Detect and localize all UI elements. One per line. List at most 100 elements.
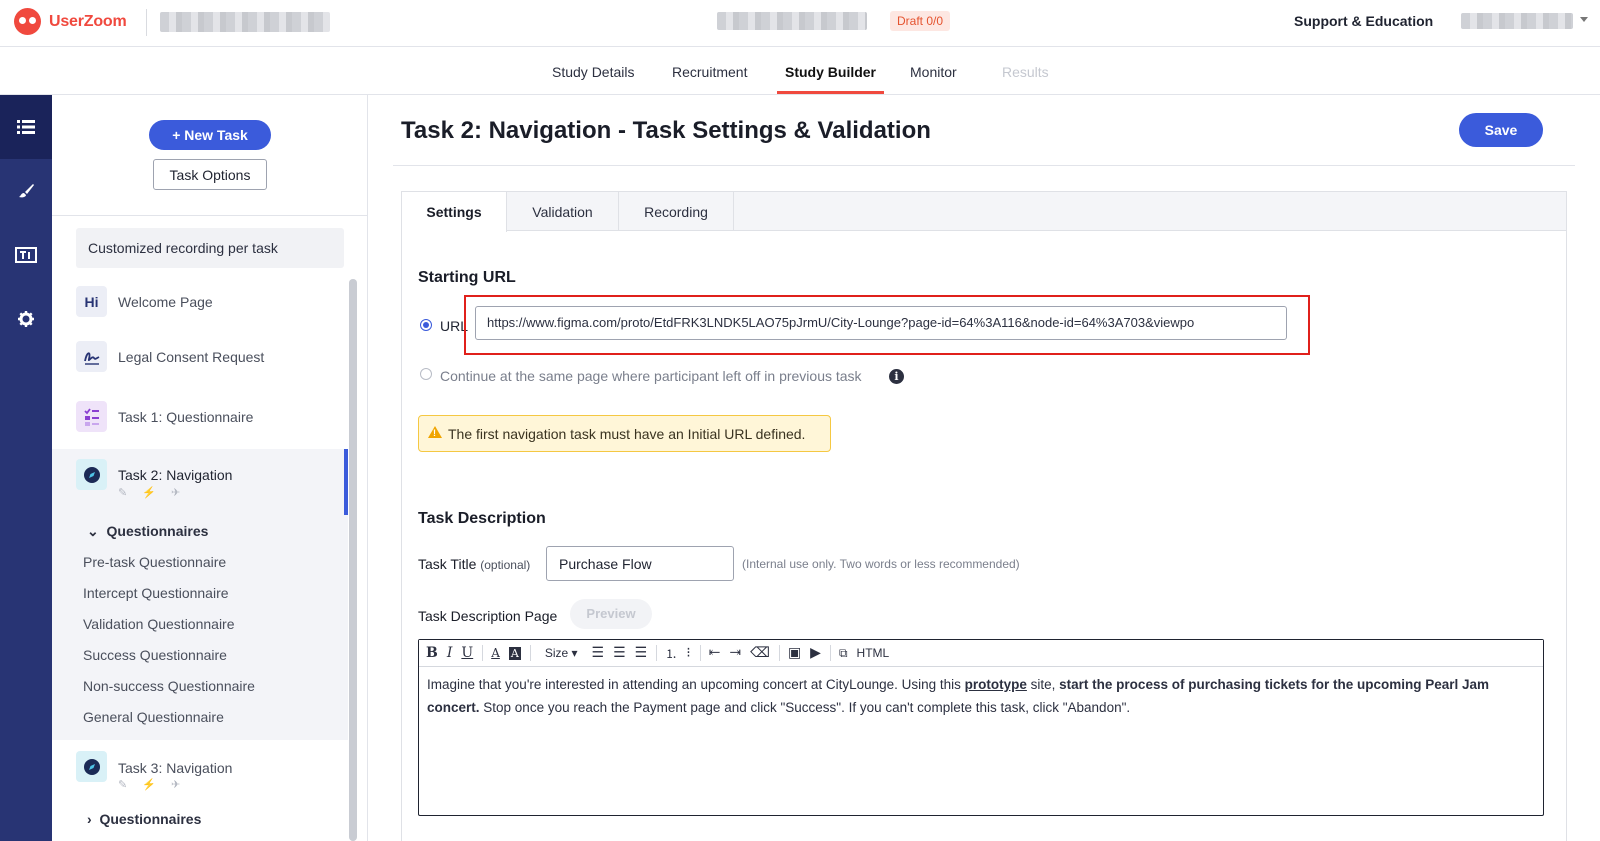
underline-icon[interactable]: U (461, 645, 473, 661)
tab-results: Results (1002, 64, 1049, 80)
checklist-icon (76, 401, 107, 432)
toolbar-separator (529, 645, 531, 661)
clear-formatting-icon[interactable]: ⌫ (750, 645, 770, 661)
chevron-right-icon: › (87, 811, 92, 827)
bold-icon[interactable]: B (426, 645, 438, 661)
support-education-link[interactable]: Support & Education (1294, 13, 1433, 29)
task-description-heading: Task Description (418, 510, 546, 527)
warning-icon (428, 426, 442, 438)
step-label: Task 3: Navigation (118, 760, 233, 776)
step-task-2-navigation[interactable]: Task 2: Navigation ✎ ⚡ ✈ ⌄ Questionnaire… (52, 449, 348, 740)
indent-icon[interactable]: ⇥ (729, 645, 741, 661)
settings-tabs: Settings Validation Recording (402, 192, 1566, 232)
outdent-icon[interactable]: ⇤ (709, 645, 721, 661)
selected-indicator (344, 449, 348, 515)
sidebar-divider (52, 215, 367, 216)
toolbar-separator (829, 645, 831, 661)
step-task-1-questionnaire[interactable]: Task 1: Questionnaire (52, 397, 348, 437)
recording-status-icons: ✎ ⚡ ✈ (118, 487, 187, 499)
align-right-icon[interactable]: ☰ (635, 645, 648, 661)
tab-study-builder[interactable]: Study Builder (785, 64, 876, 80)
success-questionnaire-link[interactable]: Success Questionnaire (83, 647, 227, 663)
rich-text-editor[interactable]: B I U A A Size ▾ ☰ ☰ ☰ ⒈ ⁝ ⇤ ⇥ ⌫ ▣ ▶ ⧉ H… (418, 639, 1544, 816)
video-icon[interactable]: ▶ (810, 645, 821, 661)
sidebar-scrollbar-thumb[interactable] (349, 279, 357, 841)
step-task-3-navigation[interactable]: Task 3: Navigation ✎ ⚡ ✈ › Questionnaire… (52, 745, 348, 841)
icon-rail (0, 95, 52, 841)
general-questionnaire-link[interactable]: General Questionnaire (83, 709, 224, 725)
header-divider (146, 9, 147, 36)
toolbar-separator (482, 645, 484, 661)
text-format-icon[interactable] (0, 223, 52, 287)
html-source-icon[interactable]: ⧉ (839, 646, 848, 661)
questionnaires-toggle[interactable]: ⌄ Questionnaires (87, 523, 208, 540)
tab-recruitment[interactable]: Recruitment (672, 64, 747, 80)
toolbar-separator (699, 645, 701, 661)
align-left-icon[interactable]: ☰ (592, 645, 605, 661)
draft-status-badge: Draft 0/0 (890, 11, 951, 31)
initial-url-warning: The first navigation task must have an I… (418, 415, 831, 452)
bulleted-list-icon[interactable]: ⁝ (686, 645, 690, 661)
step-legal-consent[interactable]: Legal Consent Request (52, 337, 348, 377)
step-label: Welcome Page (118, 294, 213, 310)
tab-recording[interactable]: Recording (619, 192, 734, 231)
background-color-icon[interactable]: A (508, 646, 521, 660)
ordered-list-icon[interactable]: ⒈ (665, 645, 677, 662)
task-list-sidebar: + New Task Task Options Customized recor… (52, 95, 368, 841)
continue-option-label: Continue at the same page where particip… (440, 368, 862, 384)
font-size-dropdown[interactable]: Size ▾ (545, 646, 578, 660)
chevron-down-icon[interactable] (1580, 17, 1588, 22)
chevron-down-icon: ⌄ (87, 523, 99, 539)
redacted-user-menu[interactable] (1461, 13, 1573, 29)
starting-url-heading: Starting URL (418, 269, 516, 286)
task-options-button[interactable]: Task Options (153, 159, 267, 190)
signature-icon (76, 341, 107, 372)
image-icon[interactable]: ▣ (788, 645, 801, 661)
task-description-page-label: Task Description Page (418, 608, 558, 624)
gear-icon[interactable] (0, 287, 52, 351)
toolbar-separator (656, 645, 658, 661)
tab-validation[interactable]: Validation (507, 192, 619, 231)
tab-monitor[interactable]: Monitor (910, 64, 957, 80)
prototype-link[interactable]: prototype (965, 677, 1027, 692)
top-bar: UserZoom Draft 0/0 Support & Education (0, 0, 1600, 47)
preview-button: Preview (570, 599, 652, 629)
url-radio[interactable] (420, 319, 432, 331)
tab-study-details[interactable]: Study Details (552, 64, 634, 80)
list-icon[interactable] (0, 95, 52, 159)
toolbar-separator (778, 645, 780, 661)
customized-recording-banner[interactable]: Customized recording per task (76, 228, 344, 268)
step-welcome-page[interactable]: Hi Welcome Page (52, 282, 348, 322)
task-description-text[interactable]: Imagine that you're interested in attend… (427, 673, 1527, 719)
page-title: Task 2: Navigation - Task Settings & Val… (401, 117, 931, 144)
text-color-icon[interactable]: A (491, 646, 500, 660)
redacted-study-name (160, 12, 330, 32)
tab-settings[interactable]: Settings (402, 192, 507, 232)
non-success-questionnaire-link[interactable]: Non-success Questionnaire (83, 678, 255, 694)
questionnaires-toggle[interactable]: › Questionnaires (87, 811, 201, 827)
userzoom-logo[interactable]: UserZoom (14, 8, 127, 35)
redacted-study-title (717, 12, 867, 30)
validation-questionnaire-link[interactable]: Validation Questionnaire (83, 616, 235, 632)
main-content: Task 2: Navigation - Task Settings & Val… (368, 95, 1600, 841)
starting-url-input[interactable]: https://www.figma.com/proto/EtdFRK3LNDK5… (475, 306, 1287, 340)
align-center-icon[interactable]: ☰ (613, 645, 626, 661)
owl-logo-icon (14, 8, 41, 35)
pre-task-questionnaire-link[interactable]: Pre-task Questionnaire (83, 554, 226, 570)
title-divider (393, 165, 1575, 166)
task-title-label: Task Title (optional) (418, 556, 531, 572)
welcome-hi-icon: Hi (76, 286, 107, 317)
italic-icon[interactable]: I (447, 645, 453, 661)
intercept-questionnaire-link[interactable]: Intercept Questionnaire (83, 585, 229, 601)
step-label: Task 1: Questionnaire (118, 409, 254, 425)
step-label: Legal Consent Request (118, 349, 265, 365)
continue-radio[interactable] (420, 368, 432, 380)
info-icon[interactable]: i (889, 369, 904, 384)
save-button[interactable]: Save (1459, 113, 1543, 147)
new-task-button[interactable]: + New Task (149, 120, 271, 150)
compass-icon (76, 751, 107, 782)
html-source-label[interactable]: HTML (857, 646, 890, 660)
warning-text: The first navigation task must have an I… (448, 426, 806, 442)
task-title-input[interactable]: Purchase Flow (546, 546, 734, 581)
brush-icon[interactable] (0, 159, 52, 223)
